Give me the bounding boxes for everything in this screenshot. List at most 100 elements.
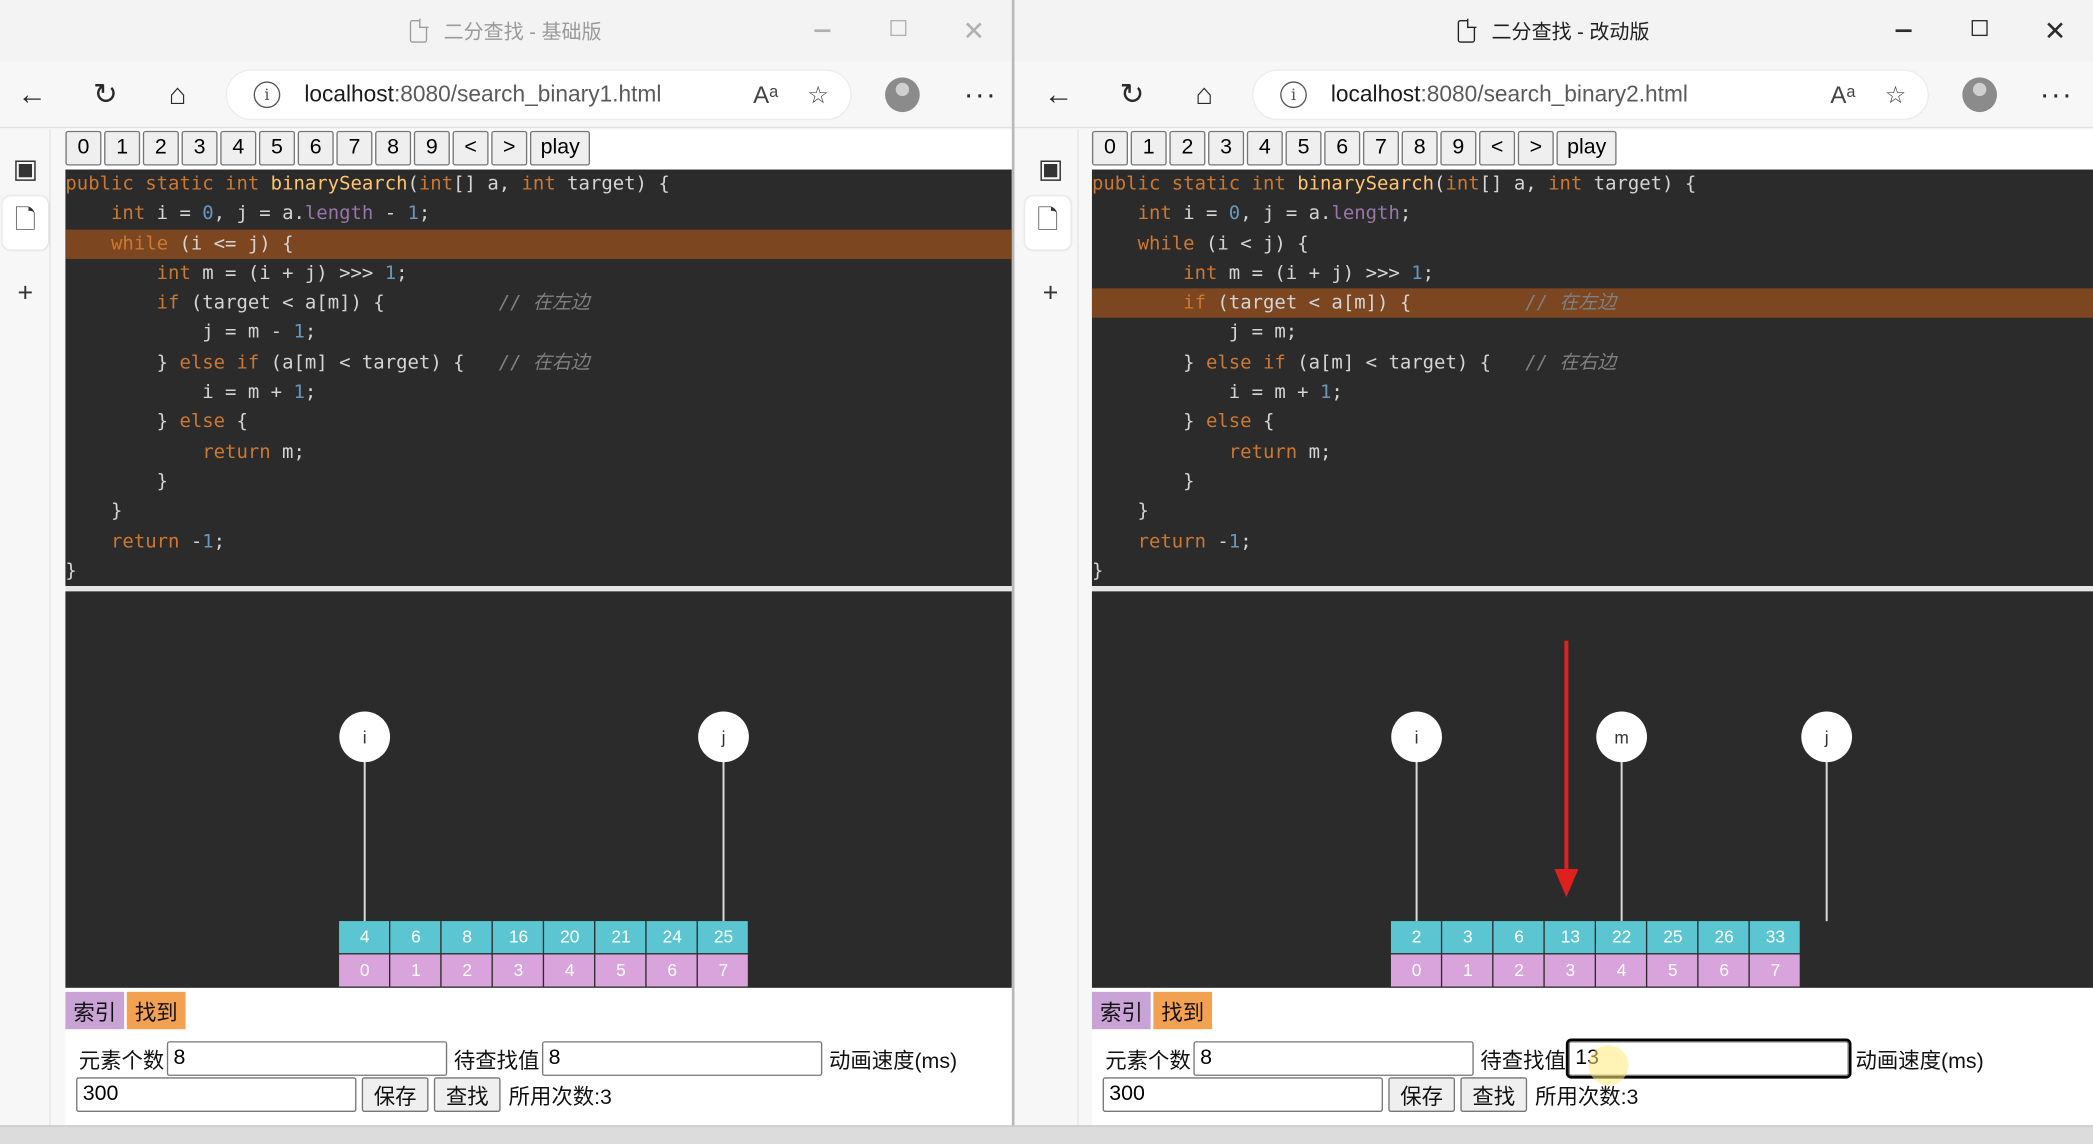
taskbar xyxy=(0,1125,2093,1144)
maximize-button[interactable] xyxy=(1941,19,2017,43)
value-cell-text: 16 xyxy=(509,926,528,946)
refresh-icon: ↻ xyxy=(93,77,118,111)
title-bar: 二分查找 - 基础版 ✕ xyxy=(0,0,1012,62)
step-button-0[interactable]: 0 xyxy=(65,130,102,166)
document-icon xyxy=(410,18,429,43)
read-aloud-icon[interactable]: A͏ᵃ xyxy=(1830,81,1855,109)
value-cell-text: 3 xyxy=(1463,926,1473,946)
back-arrow-icon: ← xyxy=(1043,77,1074,111)
refresh-button[interactable]: ↻ xyxy=(85,75,125,115)
search-button[interactable]: 查找 xyxy=(433,1077,501,1112)
minimize-button[interactable] xyxy=(1865,19,1941,43)
array-visualization: i j 4 0 6 1 8 2 16 3 20 4 21 5 24 6 25 7 xyxy=(65,591,1012,988)
maximize-button[interactable] xyxy=(860,19,936,43)
code-line: } xyxy=(1091,560,1104,582)
new-tab-icon[interactable]: + xyxy=(1036,278,1065,308)
home-button[interactable]: ⌂ xyxy=(158,75,198,115)
save-button[interactable]: 保存 xyxy=(361,1077,429,1112)
back-button[interactable]: ← xyxy=(1039,75,1079,115)
index-cell-text: 4 xyxy=(565,960,575,980)
value-cell-text: 22 xyxy=(1612,926,1631,946)
count-input[interactable] xyxy=(1193,1041,1474,1076)
back-button[interactable]: ← xyxy=(12,75,52,115)
more-menu-icon[interactable]: ··· xyxy=(964,77,997,112)
step-button-play[interactable]: play xyxy=(1556,130,1618,166)
step-button-play[interactable]: play xyxy=(529,130,591,166)
back-arrow-icon: ← xyxy=(17,77,47,111)
step-button-5[interactable]: 5 xyxy=(258,130,296,166)
step-button-row: 0 1 2 3 4 5 6 7 8 9 < > play xyxy=(65,129,591,166)
step-button-6[interactable]: 6 xyxy=(297,130,334,166)
step-button-9[interactable]: 9 xyxy=(1440,130,1477,166)
attempts-text: 所用次数:3 xyxy=(1535,1086,1639,1110)
step-button-4[interactable]: 4 xyxy=(220,130,257,166)
visualization-canvas: i m j 2 0 3 1 6 2 13 3 22 4 25 5 26 6 33 7 xyxy=(1390,640,1853,987)
step-button-8[interactable]: 8 xyxy=(1401,130,1438,166)
page-tab-icon[interactable]: 🗋 xyxy=(1025,196,1071,250)
tab-actions-icon[interactable]: ▣ xyxy=(11,154,40,183)
step-button-3[interactable]: 3 xyxy=(1208,130,1245,166)
step-button-8[interactable]: 8 xyxy=(375,130,412,166)
code-line: } xyxy=(1091,471,1195,493)
step-button-2[interactable]: 2 xyxy=(142,130,179,166)
visualization-canvas: i j 4 0 6 1 8 2 16 3 20 4 21 5 24 6 25 7 xyxy=(339,711,749,987)
step-button-prev[interactable]: < xyxy=(452,130,489,166)
step-button-9[interactable]: 9 xyxy=(413,130,450,166)
step-button-next[interactable]: > xyxy=(1517,130,1554,166)
code-line: j = m; xyxy=(1091,322,1298,344)
address-actions: A͏ᵃ ☆ xyxy=(1830,81,1906,109)
step-button-5[interactable]: 5 xyxy=(1285,130,1322,166)
address-bar[interactable]: i localhost:8080/search_binary1.html A͏ᵃ… xyxy=(226,70,851,119)
new-tab-icon[interactable]: + xyxy=(11,278,40,308)
tab-actions-icon[interactable]: ▣ xyxy=(1036,154,1065,183)
legend-index: 索引 xyxy=(1091,991,1151,1030)
favorite-star-icon[interactable]: ☆ xyxy=(1885,81,1907,109)
step-button-1[interactable]: 1 xyxy=(104,130,141,166)
step-button-7[interactable]: 7 xyxy=(1362,130,1399,166)
step-button-0[interactable]: 0 xyxy=(1091,130,1128,166)
close-button[interactable]: ✕ xyxy=(2017,14,2093,47)
array-visualization: i m j 2 0 3 1 6 2 13 3 22 4 25 5 26 6 33 7 xyxy=(1091,591,2093,988)
speed-input[interactable] xyxy=(1102,1077,1383,1112)
refresh-button[interactable]: ↻ xyxy=(1112,75,1152,115)
step-button-7[interactable]: 7 xyxy=(336,130,373,166)
code-line: } else { xyxy=(1091,411,1275,434)
step-button-2[interactable]: 2 xyxy=(1169,130,1206,166)
count-input[interactable] xyxy=(166,1041,448,1076)
info-icon[interactable]: i xyxy=(1280,81,1307,109)
speed-input[interactable] xyxy=(76,1077,357,1112)
url-host: localhost xyxy=(1330,81,1421,107)
code-line: int m = (i + j) >>> 1; xyxy=(1183,262,1435,285)
info-icon[interactable]: i xyxy=(253,81,281,109)
step-button-1[interactable]: 1 xyxy=(1130,130,1167,166)
legend: 索引 找到 xyxy=(1091,991,1213,1030)
page-tab-icon[interactable]: 🗋 xyxy=(2,196,49,250)
minimize-button[interactable] xyxy=(784,19,860,43)
legend-index: 索引 xyxy=(65,991,125,1030)
more-menu-icon[interactable]: ··· xyxy=(2040,77,2073,112)
read-aloud-icon[interactable]: A͏ᵃ xyxy=(753,81,778,109)
home-button[interactable]: ⌂ xyxy=(1184,75,1224,115)
index-cell-text: 0 xyxy=(360,960,370,980)
value-cell-text: 33 xyxy=(1766,926,1785,946)
code-line: return m; xyxy=(1228,441,1332,463)
target-input[interactable] xyxy=(542,1041,823,1076)
code-line: if (target < a[m]) { // 在左边 xyxy=(156,292,590,314)
address-bar[interactable]: i localhost:8080/search_binary2.html A͏ᵃ… xyxy=(1253,70,1928,119)
profile-avatar[interactable] xyxy=(1962,77,1998,113)
step-button-prev[interactable]: < xyxy=(1479,130,1516,166)
save-button[interactable]: 保存 xyxy=(1388,1077,1456,1112)
profile-avatar[interactable] xyxy=(885,77,920,113)
url-path: :8080/search_binary2.html xyxy=(1420,81,1688,107)
step-button-3[interactable]: 3 xyxy=(181,130,218,166)
close-button[interactable]: ✕ xyxy=(936,14,1012,47)
minimize-icon xyxy=(1894,29,1911,32)
search-button[interactable]: 查找 xyxy=(1460,1077,1528,1112)
step-button-4[interactable]: 4 xyxy=(1246,130,1283,166)
step-button-next[interactable]: > xyxy=(491,130,528,166)
favorite-star-icon[interactable]: ☆ xyxy=(807,81,829,109)
step-button-6[interactable]: 6 xyxy=(1324,130,1361,166)
index-cell-text: 6 xyxy=(1719,960,1729,980)
value-cell-text: 25 xyxy=(714,926,733,946)
index-cell-text: 5 xyxy=(616,960,626,980)
